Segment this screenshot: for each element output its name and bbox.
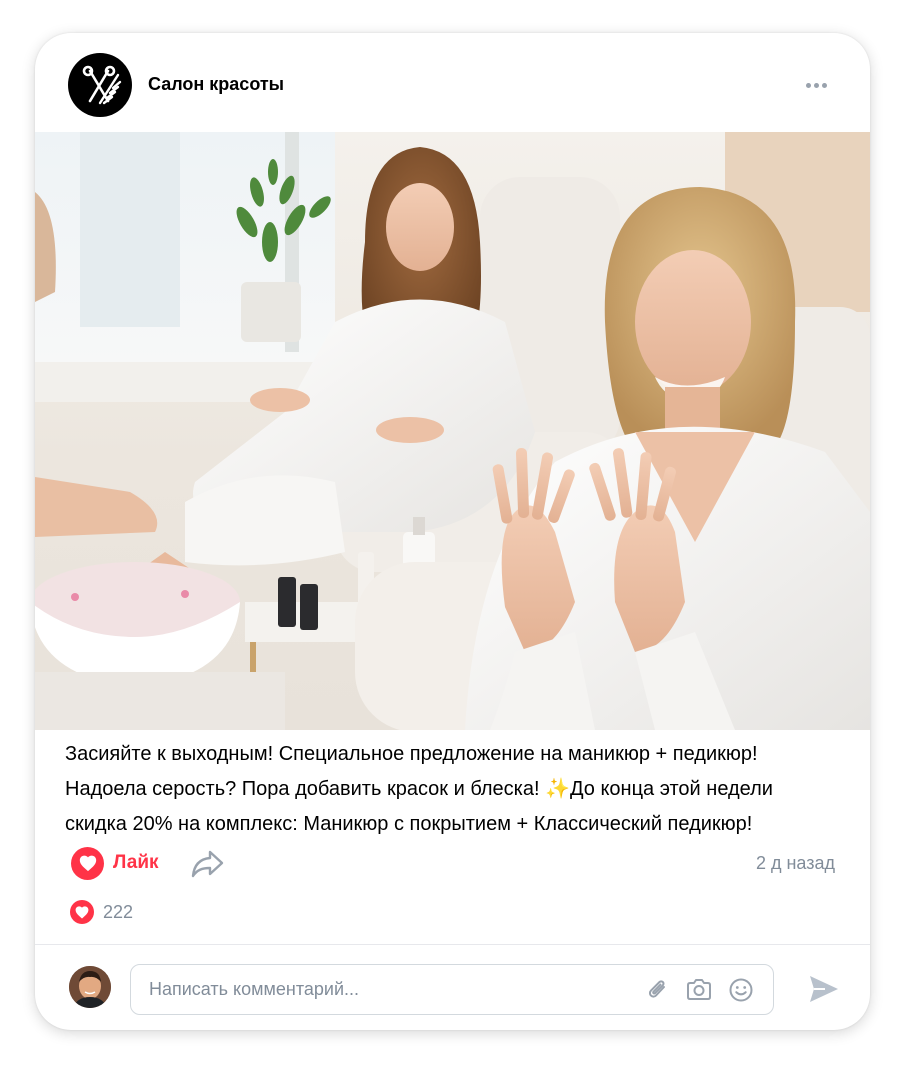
share-arrow-icon	[191, 850, 224, 878]
post-header: Салон красоты	[35, 33, 870, 131]
post-actions: Лайк 2 д назад	[35, 843, 870, 883]
camera-button[interactable]	[685, 977, 713, 1003]
paperclip-icon	[648, 980, 665, 998]
divider	[35, 944, 870, 945]
heart-icon	[70, 900, 94, 924]
post-photo[interactable]	[35, 132, 870, 730]
more-horizontal-icon	[805, 82, 811, 88]
post-text-line: Засияйте к выходным! Специальное предлож…	[65, 743, 758, 765]
send-icon	[810, 976, 838, 1002]
user-avatar[interactable]	[69, 966, 111, 1008]
post-time: 2 д назад	[755, 853, 835, 873]
likes-count: 222	[103, 901, 134, 922]
author-avatar[interactable]	[68, 53, 132, 117]
post-text-line: Надоела серость? Пора добавить красок и …	[65, 778, 773, 800]
post-text: Засияйте к выходным! Специальное предлож…	[65, 737, 855, 842]
share-button[interactable]	[191, 849, 225, 879]
heart-icon	[79, 855, 96, 872]
comment-input[interactable]	[149, 965, 619, 1014]
post-text-line: скидка 20% на комплекс: Маникюр с покрыт…	[65, 813, 753, 835]
scissors-comb-icon	[82, 65, 122, 105]
more-button[interactable]	[801, 73, 831, 97]
post-card: Салон красоты Засияйте к выходным! Специ…	[35, 33, 870, 1030]
likes-summary[interactable]: 222	[69, 899, 133, 925]
attach-button[interactable]	[645, 977, 671, 1003]
comment-box	[130, 964, 774, 1015]
camera-icon	[687, 979, 711, 1000]
smile-icon	[729, 978, 753, 1002]
send-button[interactable]	[807, 973, 841, 1005]
like-label: Лайк	[113, 852, 159, 873]
like-button[interactable]: Лайк	[71, 843, 159, 883]
author-name[interactable]: Салон красоты	[148, 74, 284, 95]
emoji-button[interactable]	[728, 977, 754, 1003]
